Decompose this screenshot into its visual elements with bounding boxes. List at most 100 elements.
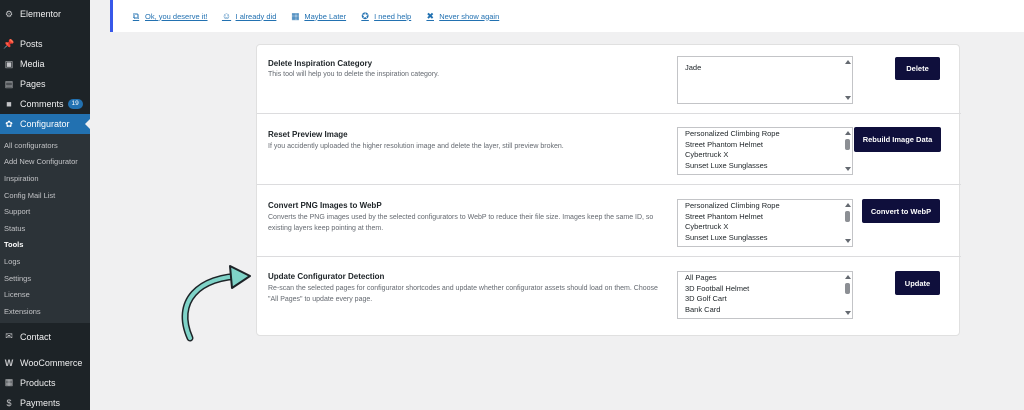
listbox-option[interactable]: Sunset Luxe Sunglasses — [678, 233, 852, 244]
admin-sidebar: ⚙ Elementor 📌 Posts ▣ Media ▤ Pages ■ Co… — [0, 0, 90, 410]
products-icon: ▦ — [4, 377, 14, 388]
tool-row-delete-inspiration: Delete Inspiration Category This tool wi… — [257, 45, 961, 114]
review-notice: ⧉ Ok, you deserve it! ☺ I already did ▦ … — [110, 0, 1024, 32]
submenu-item-inspiration[interactable]: Inspiration — [0, 170, 90, 187]
scroll-up-icon[interactable] — [845, 60, 851, 64]
menu-label: Media — [20, 59, 45, 69]
calendar-icon: ▦ — [291, 10, 300, 21]
tool-description: Converts the PNG images used by the sele… — [268, 214, 654, 232]
menu-item-configurator[interactable]: ✿ Configurator — [0, 114, 90, 134]
notice-link-label: Ok, you deserve it! — [145, 11, 208, 21]
listbox-option[interactable]: Cybertruck X — [678, 150, 852, 161]
submenu-item-license[interactable]: License — [0, 286, 90, 303]
menu-item-pages[interactable]: ▤ Pages — [0, 74, 90, 94]
notice-link-need-help[interactable]: ✪ I need help — [360, 11, 411, 21]
listbox-option[interactable]: 3D Golf Cart — [678, 294, 852, 305]
notice-link-label: I need help — [374, 11, 412, 21]
submenu-item-config-mail-list[interactable]: Config Mail List — [0, 187, 90, 204]
delete-button[interactable]: Delete — [895, 57, 940, 80]
listbox-scrollbar[interactable] — [843, 272, 852, 318]
menu-item-contact[interactable]: ✉ Contact — [0, 327, 90, 347]
convert-to-webp-button[interactable]: Convert to WebP — [862, 199, 940, 223]
submenu-item-support[interactable]: Support — [0, 203, 90, 220]
menu-item-payments[interactable]: $ Payments — [0, 393, 90, 410]
scroll-up-icon[interactable] — [845, 275, 851, 279]
listbox-scrollbar[interactable] — [843, 128, 852, 174]
listbox-option[interactable]: Jade — [678, 63, 852, 74]
scroll-down-icon[interactable] — [845, 311, 851, 315]
scroll-down-icon[interactable] — [845, 239, 851, 243]
listbox-option[interactable]: Street Phantom Helmet — [678, 140, 852, 151]
menu-label: Contact — [20, 331, 52, 342]
notice-link-deserve-it[interactable]: ⧉ Ok, you deserve it! — [131, 11, 208, 21]
menu-item-posts[interactable]: 📌 Posts — [0, 34, 90, 54]
notice-link-maybe-later[interactable]: ▦ Maybe Later — [290, 11, 346, 21]
listbox-option[interactable]: Personalized Climbing Rope — [678, 201, 852, 212]
elementor-icon: ⚙ — [4, 8, 14, 19]
menu-item-comments[interactable]: ■ Comments 19 — [0, 94, 90, 114]
help-icon: ✪ — [361, 10, 369, 21]
configurator-submenu: All configurators Add New Configurator I… — [0, 134, 90, 323]
menu-item-media[interactable]: ▣ Media — [0, 54, 90, 74]
scroll-up-icon[interactable] — [845, 203, 851, 207]
menu-label: Pages — [20, 79, 46, 89]
tool-row-convert-webp: Convert PNG Images to WebP Converts the … — [257, 185, 961, 257]
menu-item-woocommerce[interactable]: W WooCommerce — [0, 353, 90, 373]
submenu-item-tools[interactable]: Tools — [0, 237, 90, 254]
menu-label: WooCommerce — [20, 357, 83, 368]
listbox-option[interactable]: Cybertruck X — [678, 222, 852, 233]
scroll-down-icon[interactable] — [845, 96, 851, 100]
pages-icon: ▤ — [4, 78, 14, 89]
submenu-item-all-configurators[interactable]: All configurators — [0, 137, 90, 154]
submenu-item-settings[interactable]: Settings — [0, 270, 90, 287]
tool-title: Convert PNG Images to WebP — [268, 201, 382, 210]
comments-icon: ■ — [6, 99, 12, 109]
highlight-arrow-icon — [181, 265, 251, 342]
notice-link-already-did[interactable]: ☺ I already did — [222, 11, 276, 21]
scroll-thumb[interactable] — [845, 283, 850, 294]
tool-description: Re-scan the selected pages for configura… — [268, 285, 658, 303]
dismiss-icon: ✖ — [426, 10, 434, 21]
listbox-option[interactable]: All Pages — [678, 273, 852, 284]
external-link-icon: ⧉ — [132, 10, 140, 21]
menu-label: Payments — [20, 397, 61, 408]
woocommerce-icon: W — [4, 357, 14, 368]
inspiration-category-listbox[interactable]: Jade — [677, 56, 853, 104]
mail-icon: ✉ — [5, 331, 13, 342]
scroll-down-icon[interactable] — [845, 167, 851, 171]
pin-icon: 📌 — [3, 38, 15, 49]
listbox-option[interactable]: Sunset Luxe Sunglasses — [678, 161, 852, 172]
tool-title: Reset Preview Image — [268, 130, 348, 139]
notice-link-label: Maybe Later — [304, 11, 347, 21]
tool-title: Update Configurator Detection — [268, 272, 385, 281]
scroll-thumb[interactable] — [845, 211, 850, 222]
submenu-item-extensions[interactable]: Extensions — [0, 303, 90, 320]
submenu-item-status[interactable]: Status — [0, 220, 90, 237]
notice-link-never-show[interactable]: ✖ Never show again — [425, 11, 499, 21]
listbox-option[interactable]: 3D Football Helmet — [678, 284, 852, 295]
scroll-thumb[interactable] — [845, 139, 850, 150]
scroll-up-icon[interactable] — [845, 131, 851, 135]
webp-configurator-listbox[interactable]: Personalized Climbing Rope Street Phanto… — [677, 199, 853, 247]
menu-item-products[interactable]: ▦ Products — [0, 373, 90, 393]
listbox-scrollbar[interactable] — [843, 200, 852, 246]
pages-listbox[interactable]: All Pages 3D Football Helmet 3D Golf Car… — [677, 271, 853, 319]
payments-icon: $ — [6, 397, 12, 408]
listbox-scrollbar[interactable] — [843, 57, 852, 103]
update-button[interactable]: Update — [895, 271, 940, 295]
tool-row-update-detection: Update Configurator Detection Re-scan th… — [257, 257, 961, 337]
listbox-option[interactable]: Bank Card — [678, 305, 852, 316]
tool-title: Delete Inspiration Category — [268, 59, 373, 68]
menu-label: Comments — [20, 99, 64, 109]
menu-item-elementor[interactable]: ⚙ Elementor — [0, 4, 90, 24]
rebuild-image-data-button[interactable]: Rebuild Image Data — [854, 127, 941, 152]
preview-configurator-listbox[interactable]: Personalized Climbing Rope Street Phanto… — [677, 127, 853, 175]
tool-description: If you accidently uploaded the higher re… — [268, 143, 564, 150]
submenu-item-logs[interactable]: Logs — [0, 253, 90, 270]
listbox-option[interactable]: Street Phantom Helmet — [678, 212, 852, 223]
media-icon: ▣ — [4, 58, 14, 69]
submenu-item-add-new[interactable]: Add New Configurator — [0, 154, 90, 171]
listbox-option[interactable]: Personalized Climbing Rope — [678, 129, 852, 140]
menu-label: Posts — [20, 39, 43, 49]
menu-label: Elementor — [20, 9, 62, 19]
